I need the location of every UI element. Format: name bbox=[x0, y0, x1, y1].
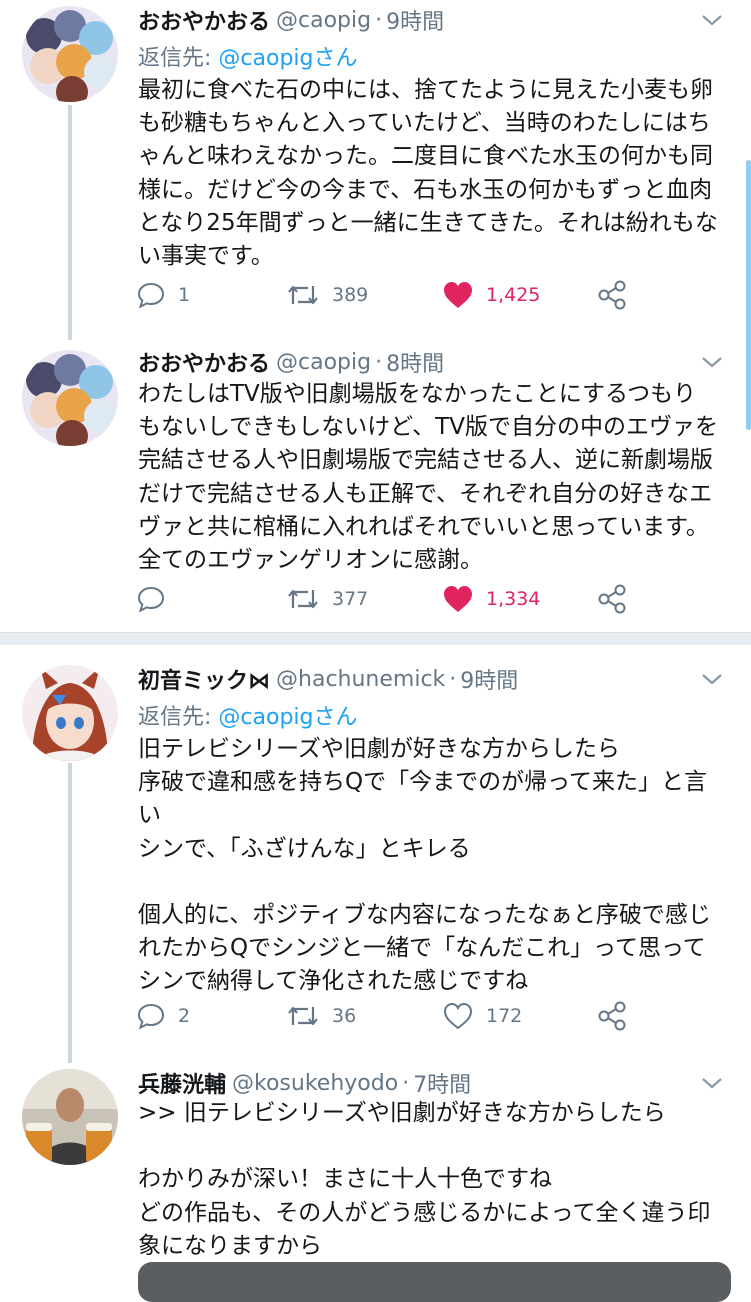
reply-icon bbox=[137, 586, 165, 613]
reply-icon bbox=[137, 282, 165, 309]
retweet-button[interactable]: 389 bbox=[286, 275, 368, 315]
tweet-header: おおやかおる @caopig · 8時間 bbox=[138, 344, 444, 380]
like-icon bbox=[444, 282, 472, 308]
share-icon bbox=[598, 584, 626, 614]
reply-count: 2 bbox=[178, 1005, 191, 1027]
like-button[interactable]: 1,425 bbox=[442, 275, 540, 315]
tweet-actions: 1 389 1,425 bbox=[136, 275, 636, 315]
chevron-down-icon[interactable] bbox=[697, 1073, 727, 1093]
retweet-icon bbox=[288, 589, 318, 609]
reply-to-link[interactable]: @caopigさん bbox=[218, 46, 357, 71]
tweet-4[interactable]: 兵藤洸輔 @kosukehyodo · 7時間 >> 旧テレビシリーズや旧劇が好… bbox=[0, 1065, 751, 1280]
like-button[interactable]: 172 bbox=[442, 996, 522, 1036]
reply-to-line: 返信先: @caopigさん bbox=[138, 40, 358, 72]
display-name[interactable]: 初音ミック⋈ bbox=[138, 663, 270, 695]
share-icon bbox=[598, 280, 626, 310]
retweet-count: 36 bbox=[332, 1005, 357, 1027]
chevron-down-icon[interactable] bbox=[697, 669, 727, 689]
retweet-button[interactable]: 377 bbox=[286, 579, 368, 619]
retweet-button[interactable]: 36 bbox=[286, 996, 356, 1036]
share-icon bbox=[598, 1001, 626, 1031]
thread-line bbox=[68, 105, 72, 340]
user-handle[interactable]: @caopig bbox=[276, 350, 371, 375]
chevron-down-icon[interactable] bbox=[697, 10, 727, 30]
retweet-icon bbox=[288, 1006, 318, 1026]
like-icon bbox=[443, 1002, 473, 1030]
reply-icon bbox=[137, 1003, 165, 1030]
retweet-icon bbox=[288, 285, 318, 305]
like-count: 1,425 bbox=[486, 284, 541, 306]
reply-button[interactable]: 1 bbox=[136, 275, 190, 315]
timestamp[interactable]: 9時間 bbox=[386, 4, 444, 36]
reply-to-line: 返信先: @caopigさん bbox=[138, 699, 358, 731]
reply-to-label: 返信先: bbox=[138, 46, 219, 71]
tweet-text: わたしはTV版や旧劇場版をなかったことにするつもり もないしできもしないけど、T… bbox=[138, 381, 718, 574]
share-button[interactable] bbox=[596, 996, 628, 1036]
reply-button[interactable]: 2 bbox=[136, 996, 190, 1036]
avatar[interactable] bbox=[22, 6, 118, 102]
avatar[interactable] bbox=[22, 1069, 118, 1165]
tweet-2[interactable]: おおやかおる @caopig · 8時間 わたしはTV版や旧劇場版をなかったこと… bbox=[0, 340, 751, 630]
retweet-count: 377 bbox=[332, 588, 369, 610]
separator-dot: · bbox=[402, 1070, 410, 1096]
reply-to-link[interactable]: @caopigさん bbox=[218, 705, 357, 730]
timestamp[interactable]: 8時間 bbox=[386, 346, 444, 378]
tweet-media-image[interactable] bbox=[138, 1262, 731, 1302]
display-name[interactable]: おおやかおる bbox=[138, 346, 270, 378]
share-button[interactable] bbox=[596, 275, 628, 315]
chevron-down-icon[interactable] bbox=[697, 352, 727, 372]
like-button[interactable]: 1,334 bbox=[442, 579, 540, 619]
tweet-actions: 377 1,334 bbox=[136, 579, 636, 619]
timestamp[interactable]: 9時間 bbox=[460, 663, 518, 695]
display-name[interactable]: 兵藤洸輔 bbox=[138, 1067, 226, 1099]
thread-line bbox=[68, 763, 72, 1063]
avatar[interactable] bbox=[22, 350, 118, 446]
separator-dot: · bbox=[375, 7, 383, 33]
display-name[interactable]: おおやかおる bbox=[138, 4, 270, 36]
like-count: 1,334 bbox=[486, 588, 541, 610]
tweet-header: 兵藤洸輔 @kosukehyodo · 7時間 bbox=[138, 1065, 471, 1101]
user-handle[interactable]: @caopig bbox=[276, 8, 371, 33]
timestamp[interactable]: 7時間 bbox=[413, 1067, 471, 1099]
tweet-actions: 2 36 172 bbox=[136, 996, 636, 1036]
thread-divider bbox=[0, 632, 751, 645]
tweet-text: 旧テレビシリーズや旧劇が好きな方からしたら 序破で違和感を持ちQで「今までのが帰… bbox=[138, 736, 711, 995]
separator-dot: · bbox=[375, 349, 383, 375]
avatar[interactable] bbox=[22, 665, 118, 761]
reply-button[interactable] bbox=[136, 579, 178, 619]
like-icon bbox=[444, 586, 472, 612]
tweet-header: おおやかおる @caopig · 9時間 bbox=[138, 2, 444, 38]
user-handle[interactable]: @kosukehyodo bbox=[232, 1071, 398, 1096]
like-count: 172 bbox=[486, 1005, 523, 1027]
reply-to-label: 返信先: bbox=[138, 705, 219, 730]
user-handle[interactable]: @hachunemick bbox=[276, 667, 445, 692]
tweet-header: 初音ミック⋈ @hachunemick · 9時間 bbox=[138, 661, 518, 697]
share-button[interactable] bbox=[596, 579, 628, 619]
tweet-1[interactable]: おおやかおる @caopig · 9時間 返信先: @caopigさん 最初に食… bbox=[0, 0, 751, 340]
reply-count: 1 bbox=[178, 284, 191, 306]
retweet-count: 389 bbox=[332, 284, 369, 306]
tweet-text: >> 旧テレビシリーズや旧劇が好きな方からしたら わかりみが深い！まさに十人十色… bbox=[138, 1100, 711, 1259]
tweet-3[interactable]: 初音ミック⋈ @hachunemick · 9時間 返信先: @caopigさん… bbox=[0, 655, 751, 1063]
separator-dot: · bbox=[449, 666, 457, 692]
tweet-text: 最初に食べた石の中には、捨てたように見えた小麦も卵 も砂糖もちゃんと入っていたけ… bbox=[138, 77, 718, 270]
